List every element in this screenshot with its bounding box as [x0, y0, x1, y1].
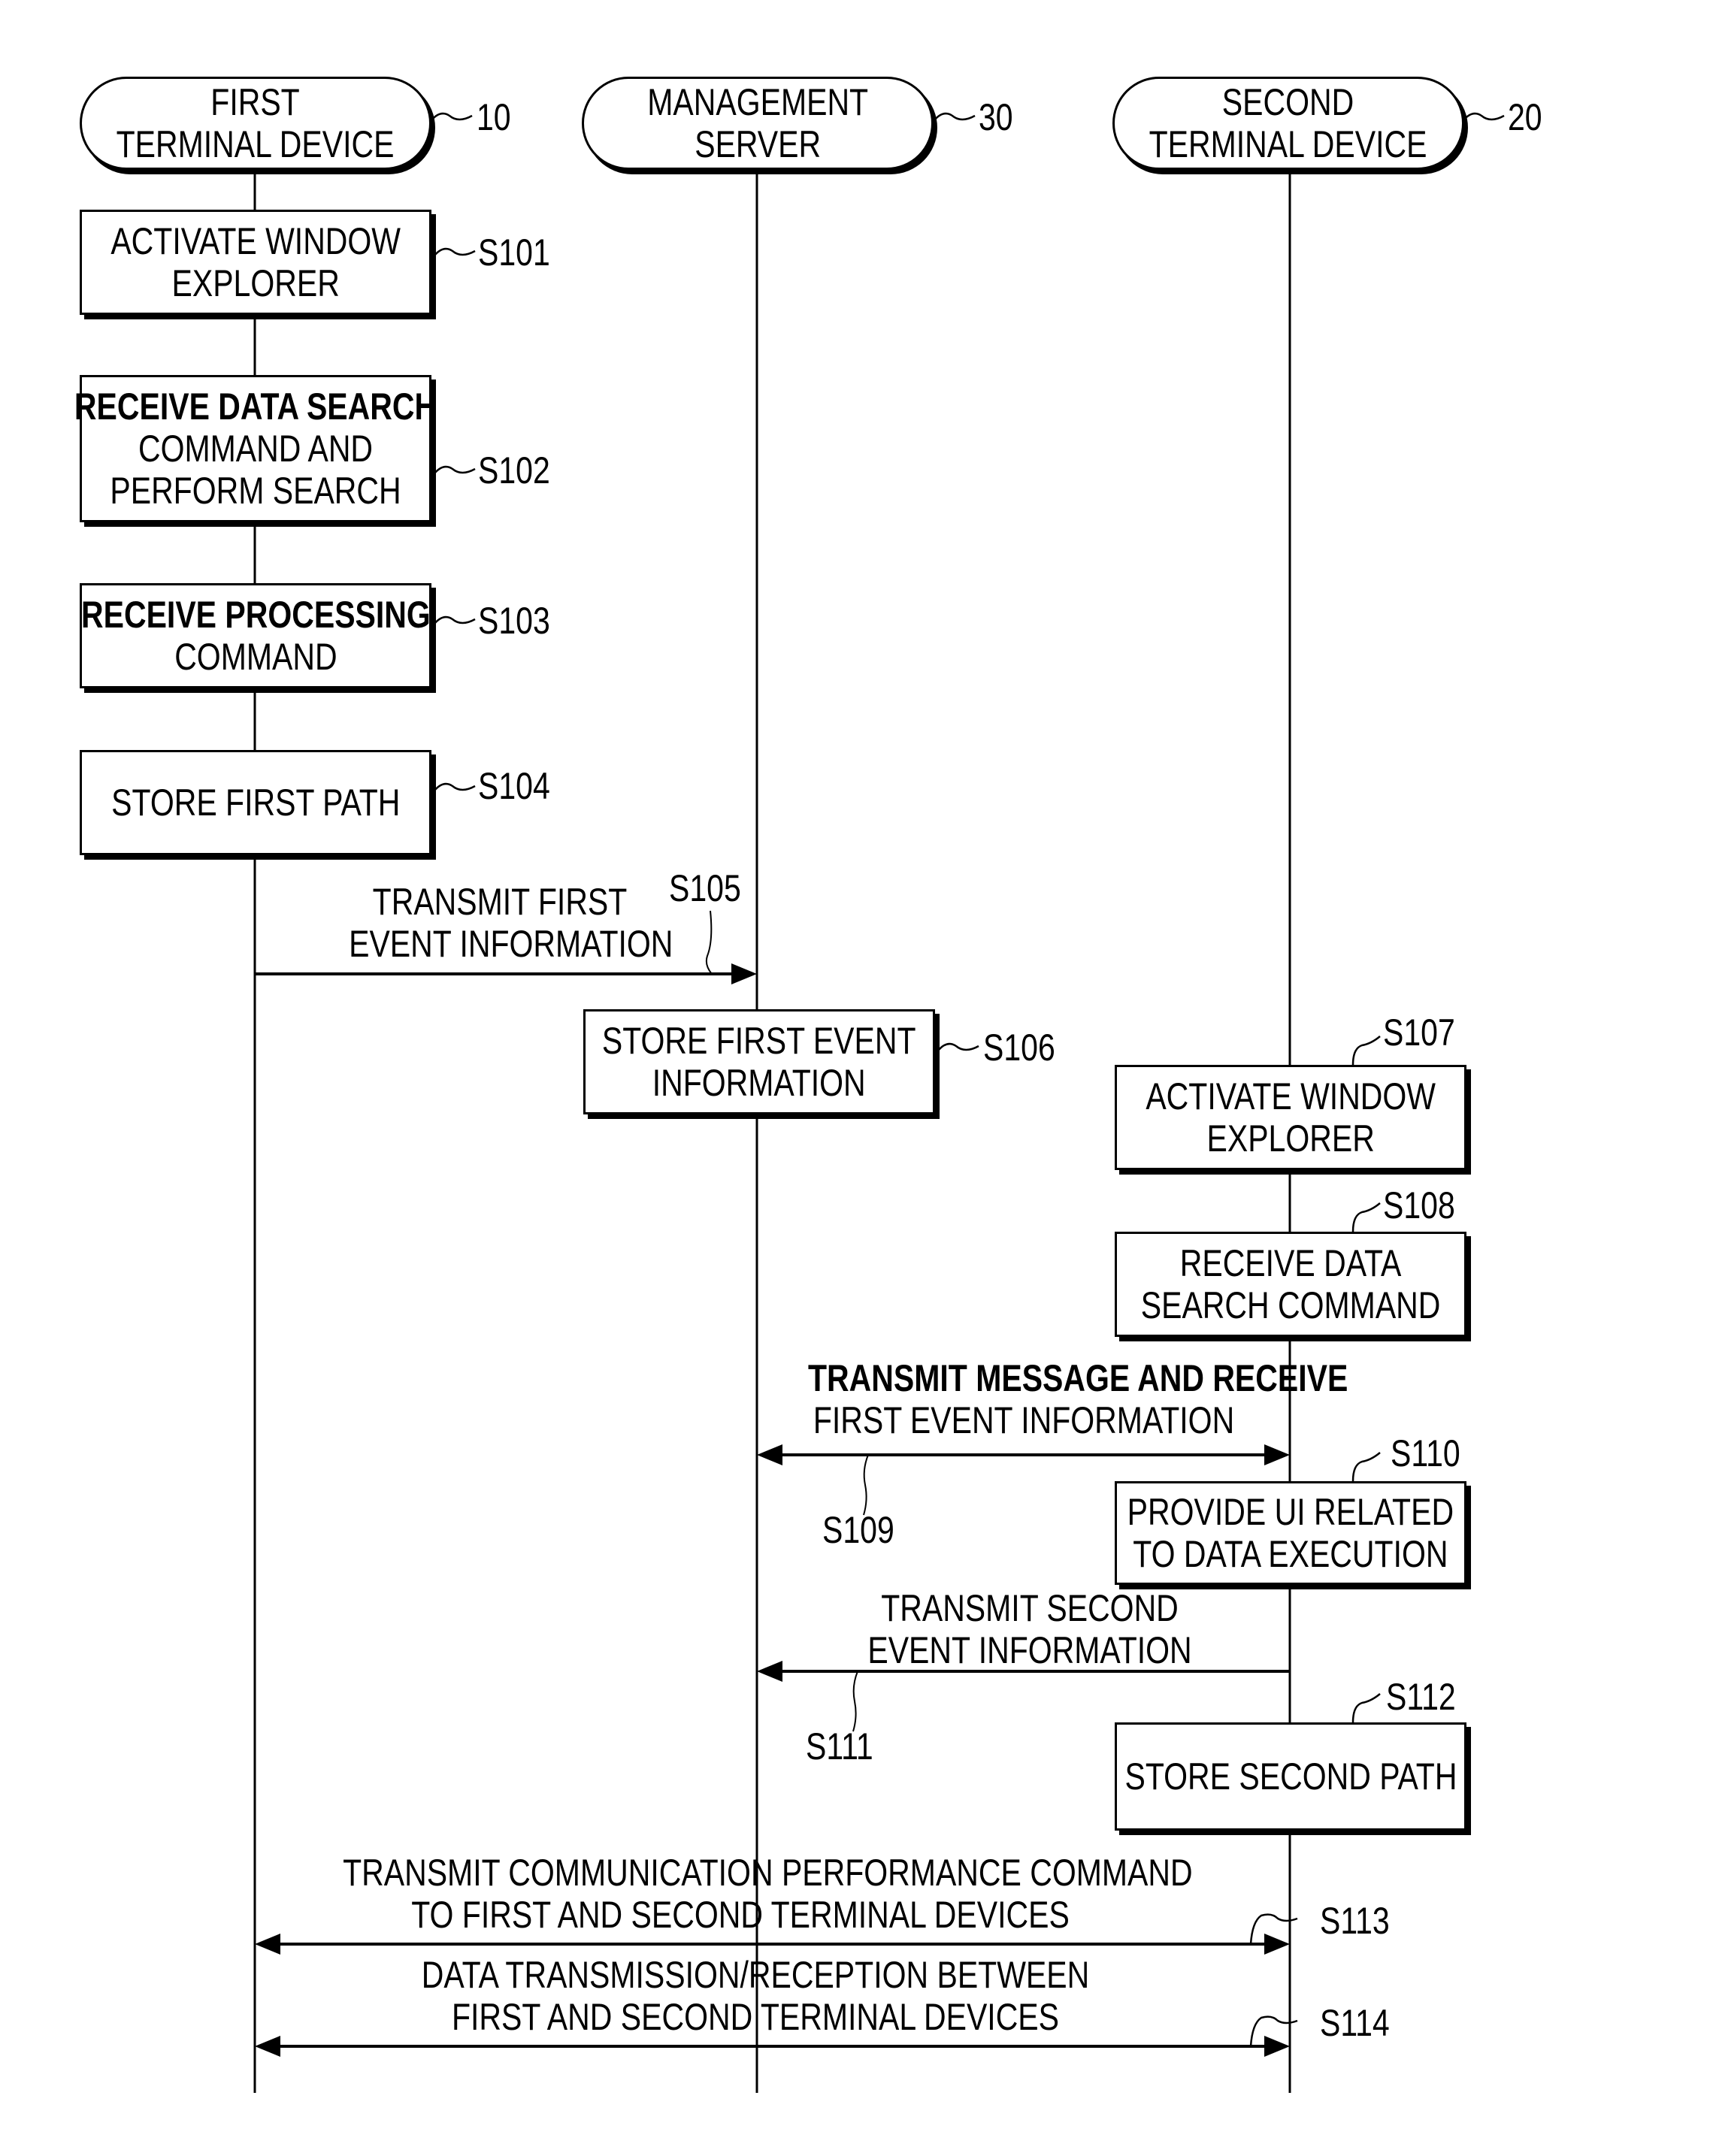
participant-label: TERMINAL DEVICE — [117, 123, 395, 165]
step-text: TO DATA EXECUTION — [1133, 1533, 1448, 1575]
leader-S111 — [852, 1671, 858, 1732]
step-text: RECEIVE DATA — [1179, 1242, 1402, 1284]
step-text: STORE FIRST EVENT — [602, 1020, 916, 1062]
step-box-S107: ACTIVATE WINDOW EXPLORER — [1115, 1065, 1466, 1170]
step-id: S104 — [478, 765, 550, 807]
leader-S110 — [1351, 1452, 1381, 1482]
message-text: FIRST EVENT INFORMATION — [813, 1399, 1235, 1441]
arrowhead-S109-left — [757, 1444, 782, 1465]
step-text: EXPLORER — [1206, 1117, 1375, 1160]
participant-ref: 20 — [1508, 96, 1542, 138]
participant-ref: 10 — [477, 96, 511, 138]
message-text: EVENT INFORMATION — [867, 1629, 1192, 1671]
message-text: TO FIRST AND SECOND TERMINAL DEVICES — [411, 1894, 1070, 1936]
step-text: RECEIVE DATA SEARCH — [74, 386, 437, 428]
ref-leader-10 — [431, 112, 473, 121]
message-text: TRANSMIT FIRST — [372, 881, 628, 923]
leader-S112 — [1351, 1693, 1381, 1723]
step-text: STORE SECOND PATH — [1124, 1755, 1457, 1798]
step-id: S110 — [1391, 1432, 1460, 1474]
participant-second-terminal: SECOND TERMINAL DEVICE — [1112, 77, 1464, 170]
step-box-S104: STORE FIRST PATH — [80, 750, 431, 855]
message-text: TRANSMIT COMMUNICATION PERFORMANCE COMMA… — [343, 1852, 1193, 1894]
arrowhead-S113-left — [255, 1934, 280, 1955]
message-label-S113: TRANSMIT COMMUNICATION PERFORMANCE COMMA… — [343, 1852, 1193, 1936]
arrowhead-S105 — [731, 963, 757, 984]
step-id: S109 — [822, 1509, 894, 1551]
step-text: STORE FIRST PATH — [110, 782, 401, 824]
participant-first-terminal: FIRST TERMINAL DEVICE — [80, 77, 431, 170]
participant-ref: 30 — [979, 96, 1013, 138]
ref-leader-30 — [934, 112, 976, 121]
message-label-S111: TRANSMIT SECOND EVENT INFORMATION — [864, 1587, 1197, 1671]
leader-S105 — [705, 910, 713, 975]
step-text: EXPLORER — [171, 262, 340, 304]
ref-leader-20 — [1463, 112, 1505, 121]
arrowhead-S114-right — [1264, 2036, 1290, 2057]
step-text: ACTIVATE WINDOW — [1146, 1075, 1436, 1117]
step-id: S111 — [806, 1725, 873, 1767]
step-text: PROVIDE UI RELATED — [1127, 1491, 1454, 1533]
step-box-S106: STORE FIRST EVENT INFORMATION — [583, 1009, 935, 1114]
message-label-S114: DATA TRANSMISSION/RECEPTION BETWEEN FIRS… — [358, 1954, 1153, 2038]
step-id: S113 — [1320, 1900, 1390, 1942]
message-text: TRANSMIT SECOND — [881, 1587, 1179, 1629]
step-id: S103 — [478, 600, 550, 642]
arrowhead-S111 — [757, 1661, 782, 1682]
participant-label: FIRST — [210, 81, 301, 123]
step-box-S110: PROVIDE UI RELATED TO DATA EXECUTION — [1115, 1481, 1466, 1585]
step-text: ACTIVATE WINDOW — [110, 220, 401, 262]
participant-label: MANAGEMENT — [647, 81, 868, 123]
message-label-S105: TRANSMIT FIRST EVENT INFORMATION — [349, 881, 673, 965]
step-id: S101 — [478, 231, 550, 274]
participant-label: TERMINAL DEVICE — [1149, 123, 1427, 165]
leader-S101 — [434, 247, 476, 256]
step-text: SEARCH COMMAND — [1140, 1284, 1441, 1326]
step-text: RECEIVE PROCESSING — [80, 594, 431, 636]
message-text: DATA TRANSMISSION/RECEPTION BETWEEN — [421, 1954, 1090, 1996]
step-id: S112 — [1386, 1676, 1456, 1718]
leader-S108 — [1351, 1202, 1381, 1232]
arrowhead-S114-left — [255, 2036, 280, 2057]
step-box-S101: ACTIVATE WINDOW EXPLORER — [80, 210, 431, 315]
message-text: TRANSMIT MESSAGE AND RECEIVE — [808, 1357, 1348, 1399]
leader-S107 — [1351, 1036, 1381, 1066]
step-id: S106 — [983, 1027, 1055, 1069]
message-label-S109: TRANSMIT MESSAGE AND RECEIVE FIRST EVENT… — [808, 1357, 1348, 1441]
step-box-S112: STORE SECOND PATH — [1115, 1722, 1466, 1831]
step-box-S103: RECEIVE PROCESSING COMMAND — [80, 583, 431, 688]
participant-label: SERVER — [695, 123, 821, 165]
step-id: S105 — [669, 867, 741, 909]
arrowhead-S109-right — [1264, 1444, 1290, 1465]
step-text: COMMAND — [174, 636, 337, 678]
step-id: S114 — [1320, 2002, 1390, 2044]
step-box-S102: RECEIVE DATA SEARCH COMMAND AND PERFORM SE… — [74, 375, 437, 522]
participant-management-server: MANAGEMENT SERVER — [582, 77, 934, 170]
arrowhead-S113-right — [1264, 1934, 1290, 1955]
step-id: S107 — [1383, 1011, 1455, 1054]
step-text: INFORMATION — [652, 1062, 866, 1104]
participant-label: SECOND — [1222, 81, 1354, 123]
step-id: S102 — [478, 449, 550, 491]
step-id: S108 — [1383, 1184, 1455, 1226]
step-text: PERFORM SEARCH — [110, 470, 401, 512]
leader-S104 — [434, 782, 476, 791]
message-text: EVENT INFORMATION — [349, 923, 673, 965]
leader-S109 — [863, 1454, 869, 1516]
step-text: COMMAND AND — [138, 428, 374, 470]
message-text: FIRST AND SECOND TERMINAL DEVICES — [451, 1996, 1060, 2038]
step-box-S108: RECEIVE DATA SEARCH COMMAND — [1115, 1232, 1466, 1337]
